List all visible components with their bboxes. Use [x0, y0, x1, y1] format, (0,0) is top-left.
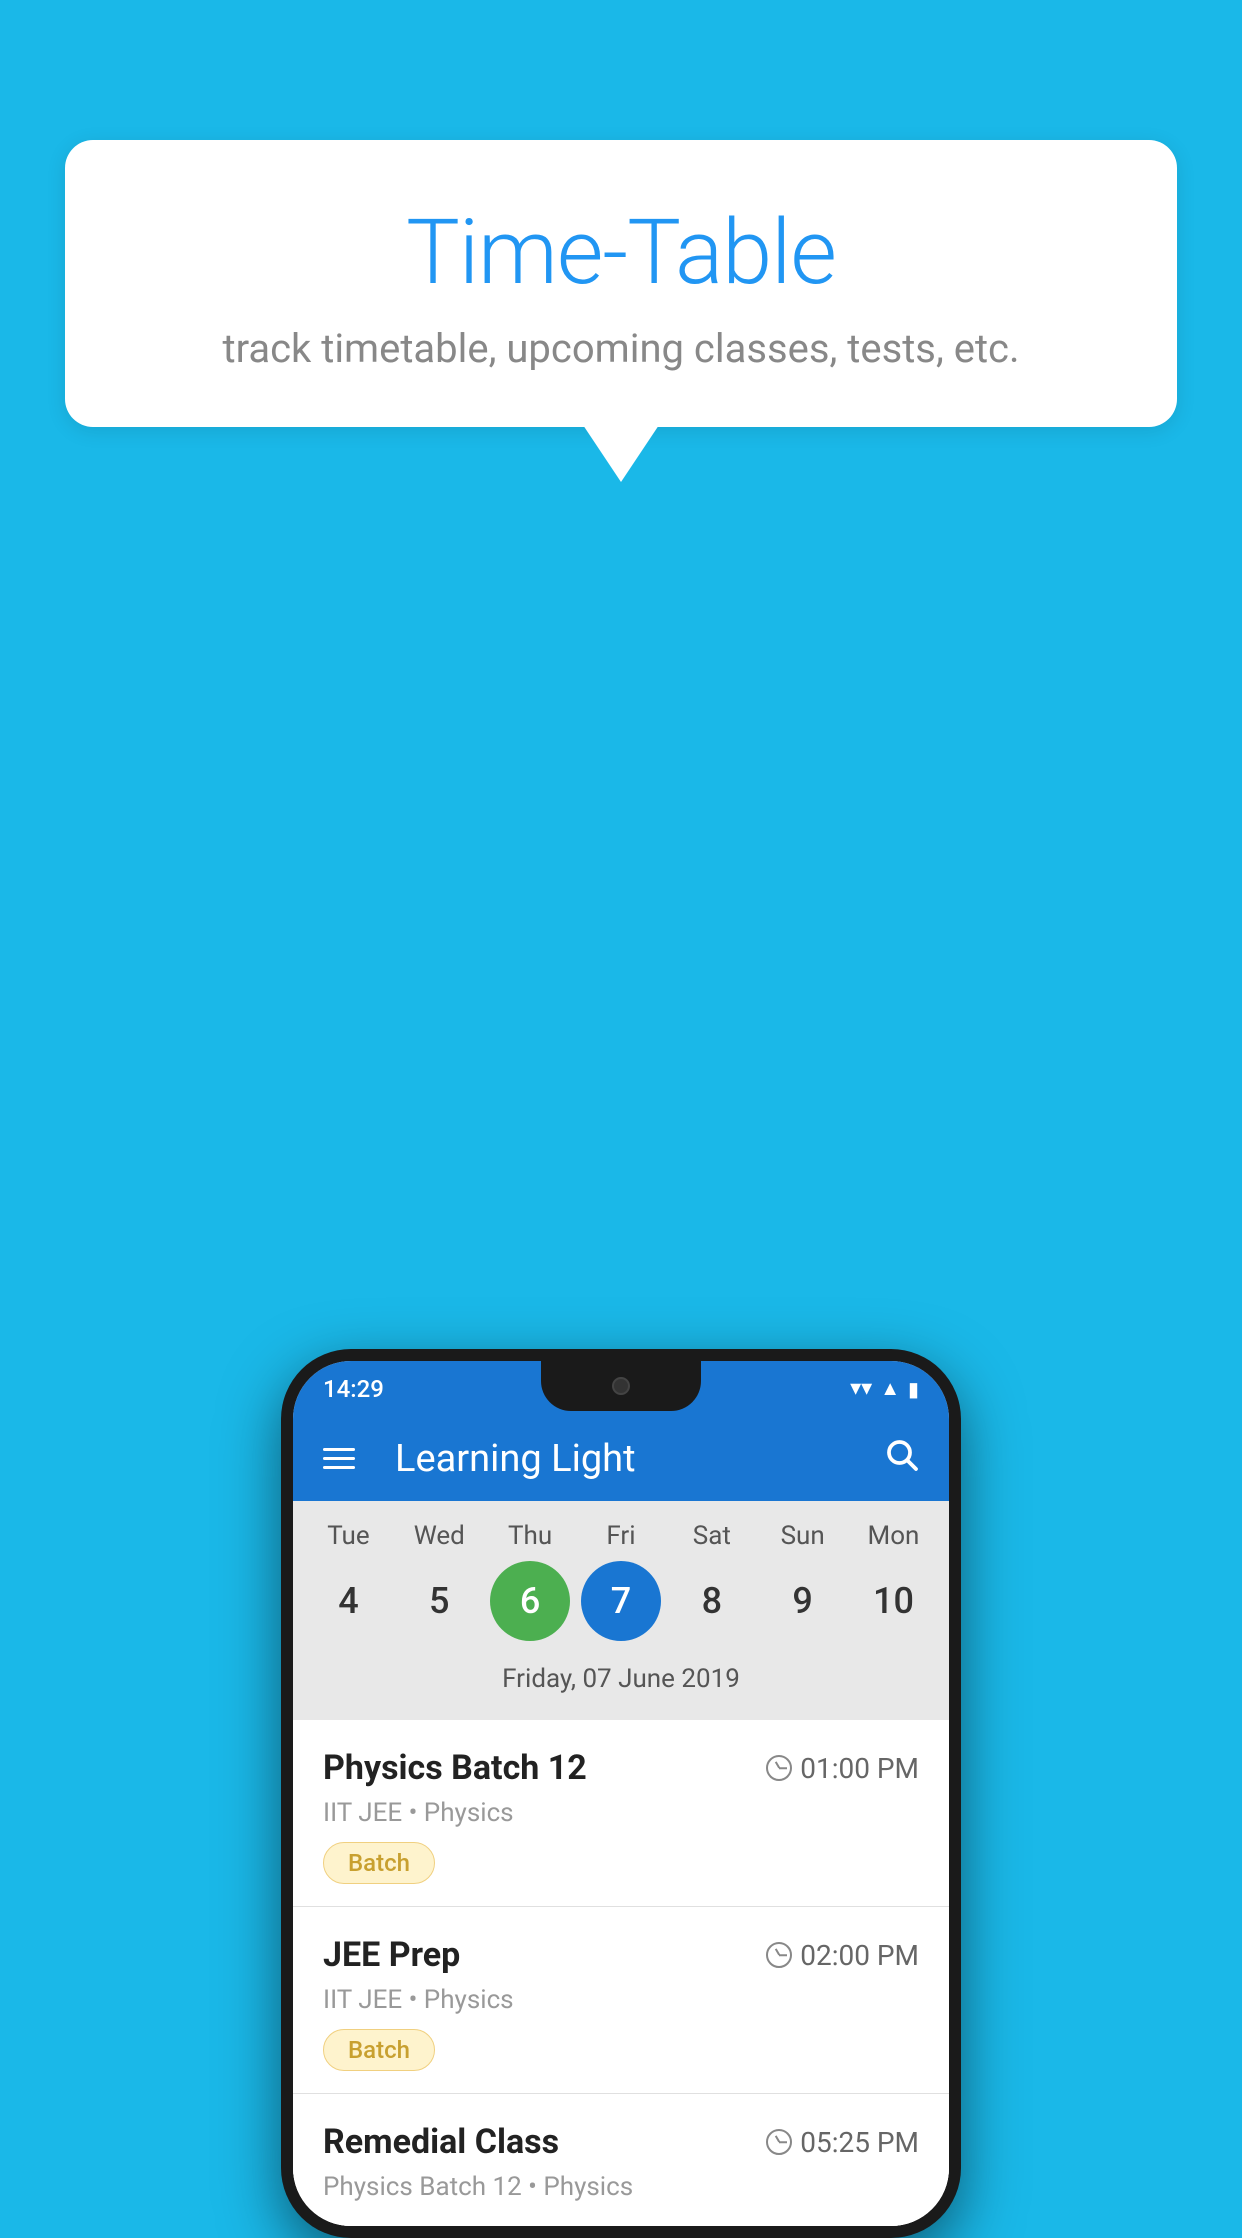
day-names-row: Tue Wed Thu Fri Sat Sun Mon	[293, 1521, 949, 1561]
schedule-time-1: 01:00 PM	[766, 1752, 919, 1785]
time-label-2: 02:00 PM	[800, 1939, 919, 1972]
camera-dot	[612, 1377, 630, 1395]
search-icon[interactable]	[883, 1436, 919, 1481]
day-name-sat: Sat	[672, 1521, 752, 1551]
day-7-selected[interactable]: 7	[581, 1561, 661, 1641]
day-name-fri: Fri	[581, 1521, 661, 1551]
hamburger-menu-icon[interactable]	[323, 1448, 355, 1469]
schedule-item-1-header: Physics Batch 12 01:00 PM	[323, 1748, 919, 1788]
battery-icon: ▮	[908, 1377, 919, 1401]
status-time: 14:29	[323, 1375, 384, 1403]
app-bar-title: Learning Light	[395, 1437, 853, 1481]
day-10[interactable]: 10	[853, 1561, 933, 1641]
day-9[interactable]: 9	[763, 1561, 843, 1641]
schedule-list: Physics Batch 12 01:00 PM IIT JEE • Phys…	[293, 1720, 949, 2226]
phone-outer: 14:29 ▾▾ ▲ ▮	[281, 1349, 961, 2238]
day-8[interactable]: 8	[672, 1561, 752, 1641]
status-bar: 14:29 ▾▾ ▲ ▮	[293, 1361, 949, 1416]
wifi-icon: ▾▾	[850, 1376, 872, 1401]
schedule-item-3-header: Remedial Class 05:25 PM	[323, 2122, 919, 2162]
status-icons: ▾▾ ▲ ▮	[850, 1376, 919, 1401]
notch	[541, 1361, 701, 1411]
day-5[interactable]: 5	[399, 1561, 479, 1641]
selected-date-label: Friday, 07 June 2019	[293, 1656, 949, 1710]
speech-bubble-container: Time-Table track timetable, upcoming cla…	[65, 140, 1177, 427]
schedule-meta-3: Physics Batch 12 • Physics	[323, 2172, 919, 2202]
day-name-mon: Mon	[853, 1521, 933, 1551]
day-name-tue: Tue	[308, 1521, 388, 1551]
day-6-today[interactable]: 6	[490, 1561, 570, 1641]
schedule-time-2: 02:00 PM	[766, 1939, 919, 1972]
phone-mockup: 14:29 ▾▾ ▲ ▮	[281, 1349, 961, 2238]
batch-tag-2: Batch	[323, 2029, 435, 2071]
schedule-title-3: Remedial Class	[323, 2122, 559, 2162]
schedule-meta-2: IIT JEE • Physics	[323, 1985, 919, 2015]
batch-tag-1: Batch	[323, 1842, 435, 1884]
clock-icon-3	[766, 2129, 792, 2155]
schedule-item-2-header: JEE Prep 02:00 PM	[323, 1935, 919, 1975]
bubble-subtitle: track timetable, upcoming classes, tests…	[115, 325, 1127, 372]
phone-screen: 14:29 ▾▾ ▲ ▮	[293, 1361, 949, 2226]
schedule-title-2: JEE Prep	[323, 1935, 460, 1975]
day-name-thu: Thu	[490, 1521, 570, 1551]
day-name-wed: Wed	[399, 1521, 479, 1551]
speech-bubble: Time-Table track timetable, upcoming cla…	[65, 140, 1177, 427]
schedule-time-3: 05:25 PM	[766, 2126, 919, 2159]
clock-icon-2	[766, 1942, 792, 1968]
schedule-title-1: Physics Batch 12	[323, 1748, 587, 1788]
schedule-item-2[interactable]: JEE Prep 02:00 PM IIT JEE • Physics Batc…	[293, 1907, 949, 2094]
app-bar: Learning Light	[293, 1416, 949, 1501]
day-4[interactable]: 4	[308, 1561, 388, 1641]
schedule-item-1[interactable]: Physics Batch 12 01:00 PM IIT JEE • Phys…	[293, 1720, 949, 1907]
calendar-strip: Tue Wed Thu Fri Sat Sun Mon 4 5 6 7 8 9 …	[293, 1501, 949, 1720]
bubble-title: Time-Table	[115, 200, 1127, 305]
time-label-3: 05:25 PM	[800, 2126, 919, 2159]
clock-icon-1	[766, 1755, 792, 1781]
day-numbers-row: 4 5 6 7 8 9 10	[293, 1561, 949, 1656]
schedule-item-3[interactable]: Remedial Class 05:25 PM Physics Batch 12…	[293, 2094, 949, 2226]
schedule-meta-1: IIT JEE • Physics	[323, 1798, 919, 1828]
signal-icon: ▲	[880, 1376, 900, 1401]
day-name-sun: Sun	[763, 1521, 843, 1551]
time-label-1: 01:00 PM	[800, 1752, 919, 1785]
